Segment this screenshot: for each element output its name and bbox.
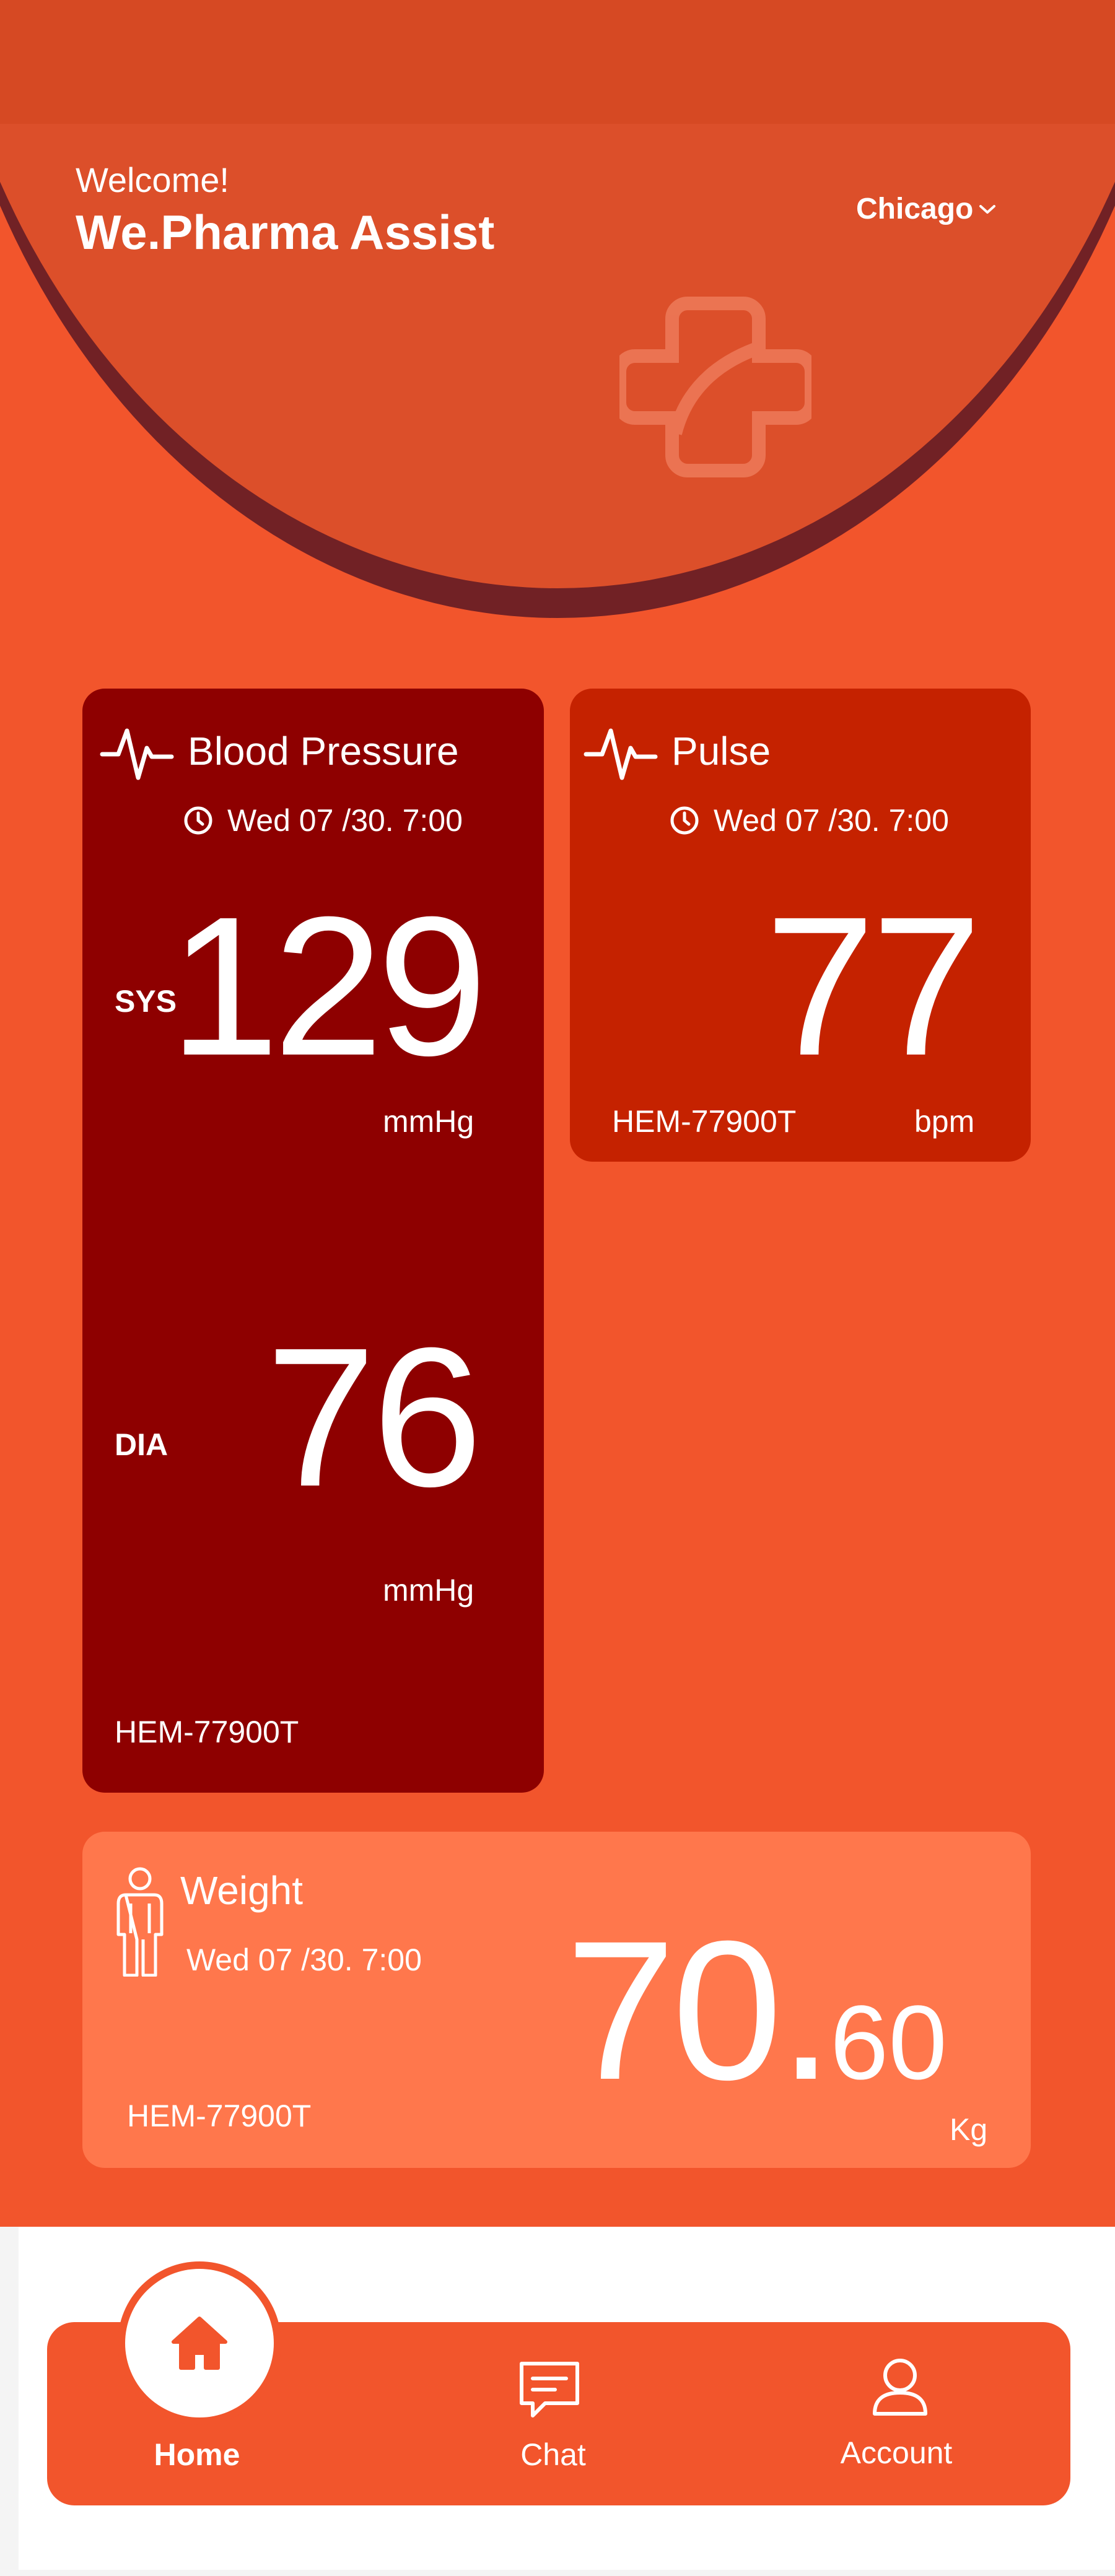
- sys-label: SYS: [115, 984, 177, 1019]
- nav-chat-label[interactable]: Chat: [460, 2437, 646, 2473]
- weight-timestamp: Wed 07 /30. 7:00: [186, 1943, 422, 1977]
- bp-timestamp: Wed 07 /30. 7:00: [227, 803, 463, 838]
- location-label: Chicago: [856, 193, 974, 225]
- bp-card-header: Blood Pressure: [100, 717, 459, 785]
- sys-unit: mmHg: [383, 1104, 474, 1139]
- pulse-device: HEM-77900T: [612, 1104, 797, 1139]
- cross-logo-icon: [619, 297, 811, 477]
- heartbeat-icon: [584, 728, 658, 780]
- blood-pressure-card[interactable]: Blood Pressure Wed 07 /30. 7:00 SYS 129 …: [82, 689, 544, 1793]
- chat-icon[interactable]: [515, 2356, 584, 2424]
- account-icon[interactable]: [866, 2352, 934, 2420]
- app-title: We.Pharma Assist: [76, 205, 495, 259]
- weight-title: Weight: [180, 1868, 304, 1913]
- weight-value-int: 70.: [566, 1899, 834, 2121]
- weight-card[interactable]: Weight Wed 07 /30. 7:00 HEM-77900T 70. 6…: [82, 1832, 1031, 2168]
- weight-device: HEM-77900T: [127, 2099, 312, 2133]
- pulse-timestamp: Wed 07 /30. 7:00: [714, 803, 949, 838]
- person-icon: [116, 1867, 164, 1977]
- pulse-card[interactable]: Pulse Wed 07 /30. 7:00 77 HEM-77900T bpm: [570, 689, 1031, 1162]
- weight-value: 70. 60: [566, 1911, 947, 2109]
- nav-home-label[interactable]: Home: [104, 2437, 290, 2473]
- dia-label: DIA: [115, 1427, 168, 1462]
- bottom-edge: [0, 2227, 19, 2576]
- welcome-text: Welcome!: [76, 160, 229, 199]
- bottom-edge-strip: [0, 2570, 1115, 2576]
- pulse-card-header: Pulse: [584, 717, 771, 785]
- pulse-timestamp-row: Wed 07 /30. 7:00: [669, 803, 949, 838]
- chevron-down-icon: [979, 204, 996, 214]
- clock-icon: [184, 806, 212, 835]
- dia-value: 76: [266, 1306, 483, 1528]
- home-icon: [172, 2317, 227, 2370]
- sys-value: 129: [169, 875, 488, 1097]
- bp-timestamp-row: Wed 07 /30. 7:00: [183, 803, 463, 838]
- heartbeat-icon: [100, 728, 174, 780]
- location-selector[interactable]: Chicago: [856, 192, 997, 226]
- nav-account-label[interactable]: Account: [803, 2435, 989, 2471]
- bp-device: HEM-77900T: [115, 1715, 299, 1749]
- clock-icon: [670, 806, 699, 835]
- home-button[interactable]: [125, 2269, 274, 2417]
- weight-value-dec: 60: [829, 1984, 947, 2102]
- pulse-value: 77: [765, 875, 982, 1097]
- header-hero: [0, 0, 1115, 625]
- weight-unit: Kg: [950, 2112, 988, 2147]
- dia-unit: mmHg: [383, 1573, 474, 1608]
- bp-title: Blood Pressure: [188, 729, 459, 773]
- pulse-title: Pulse: [671, 729, 771, 773]
- pulse-unit: bpm: [914, 1104, 975, 1139]
